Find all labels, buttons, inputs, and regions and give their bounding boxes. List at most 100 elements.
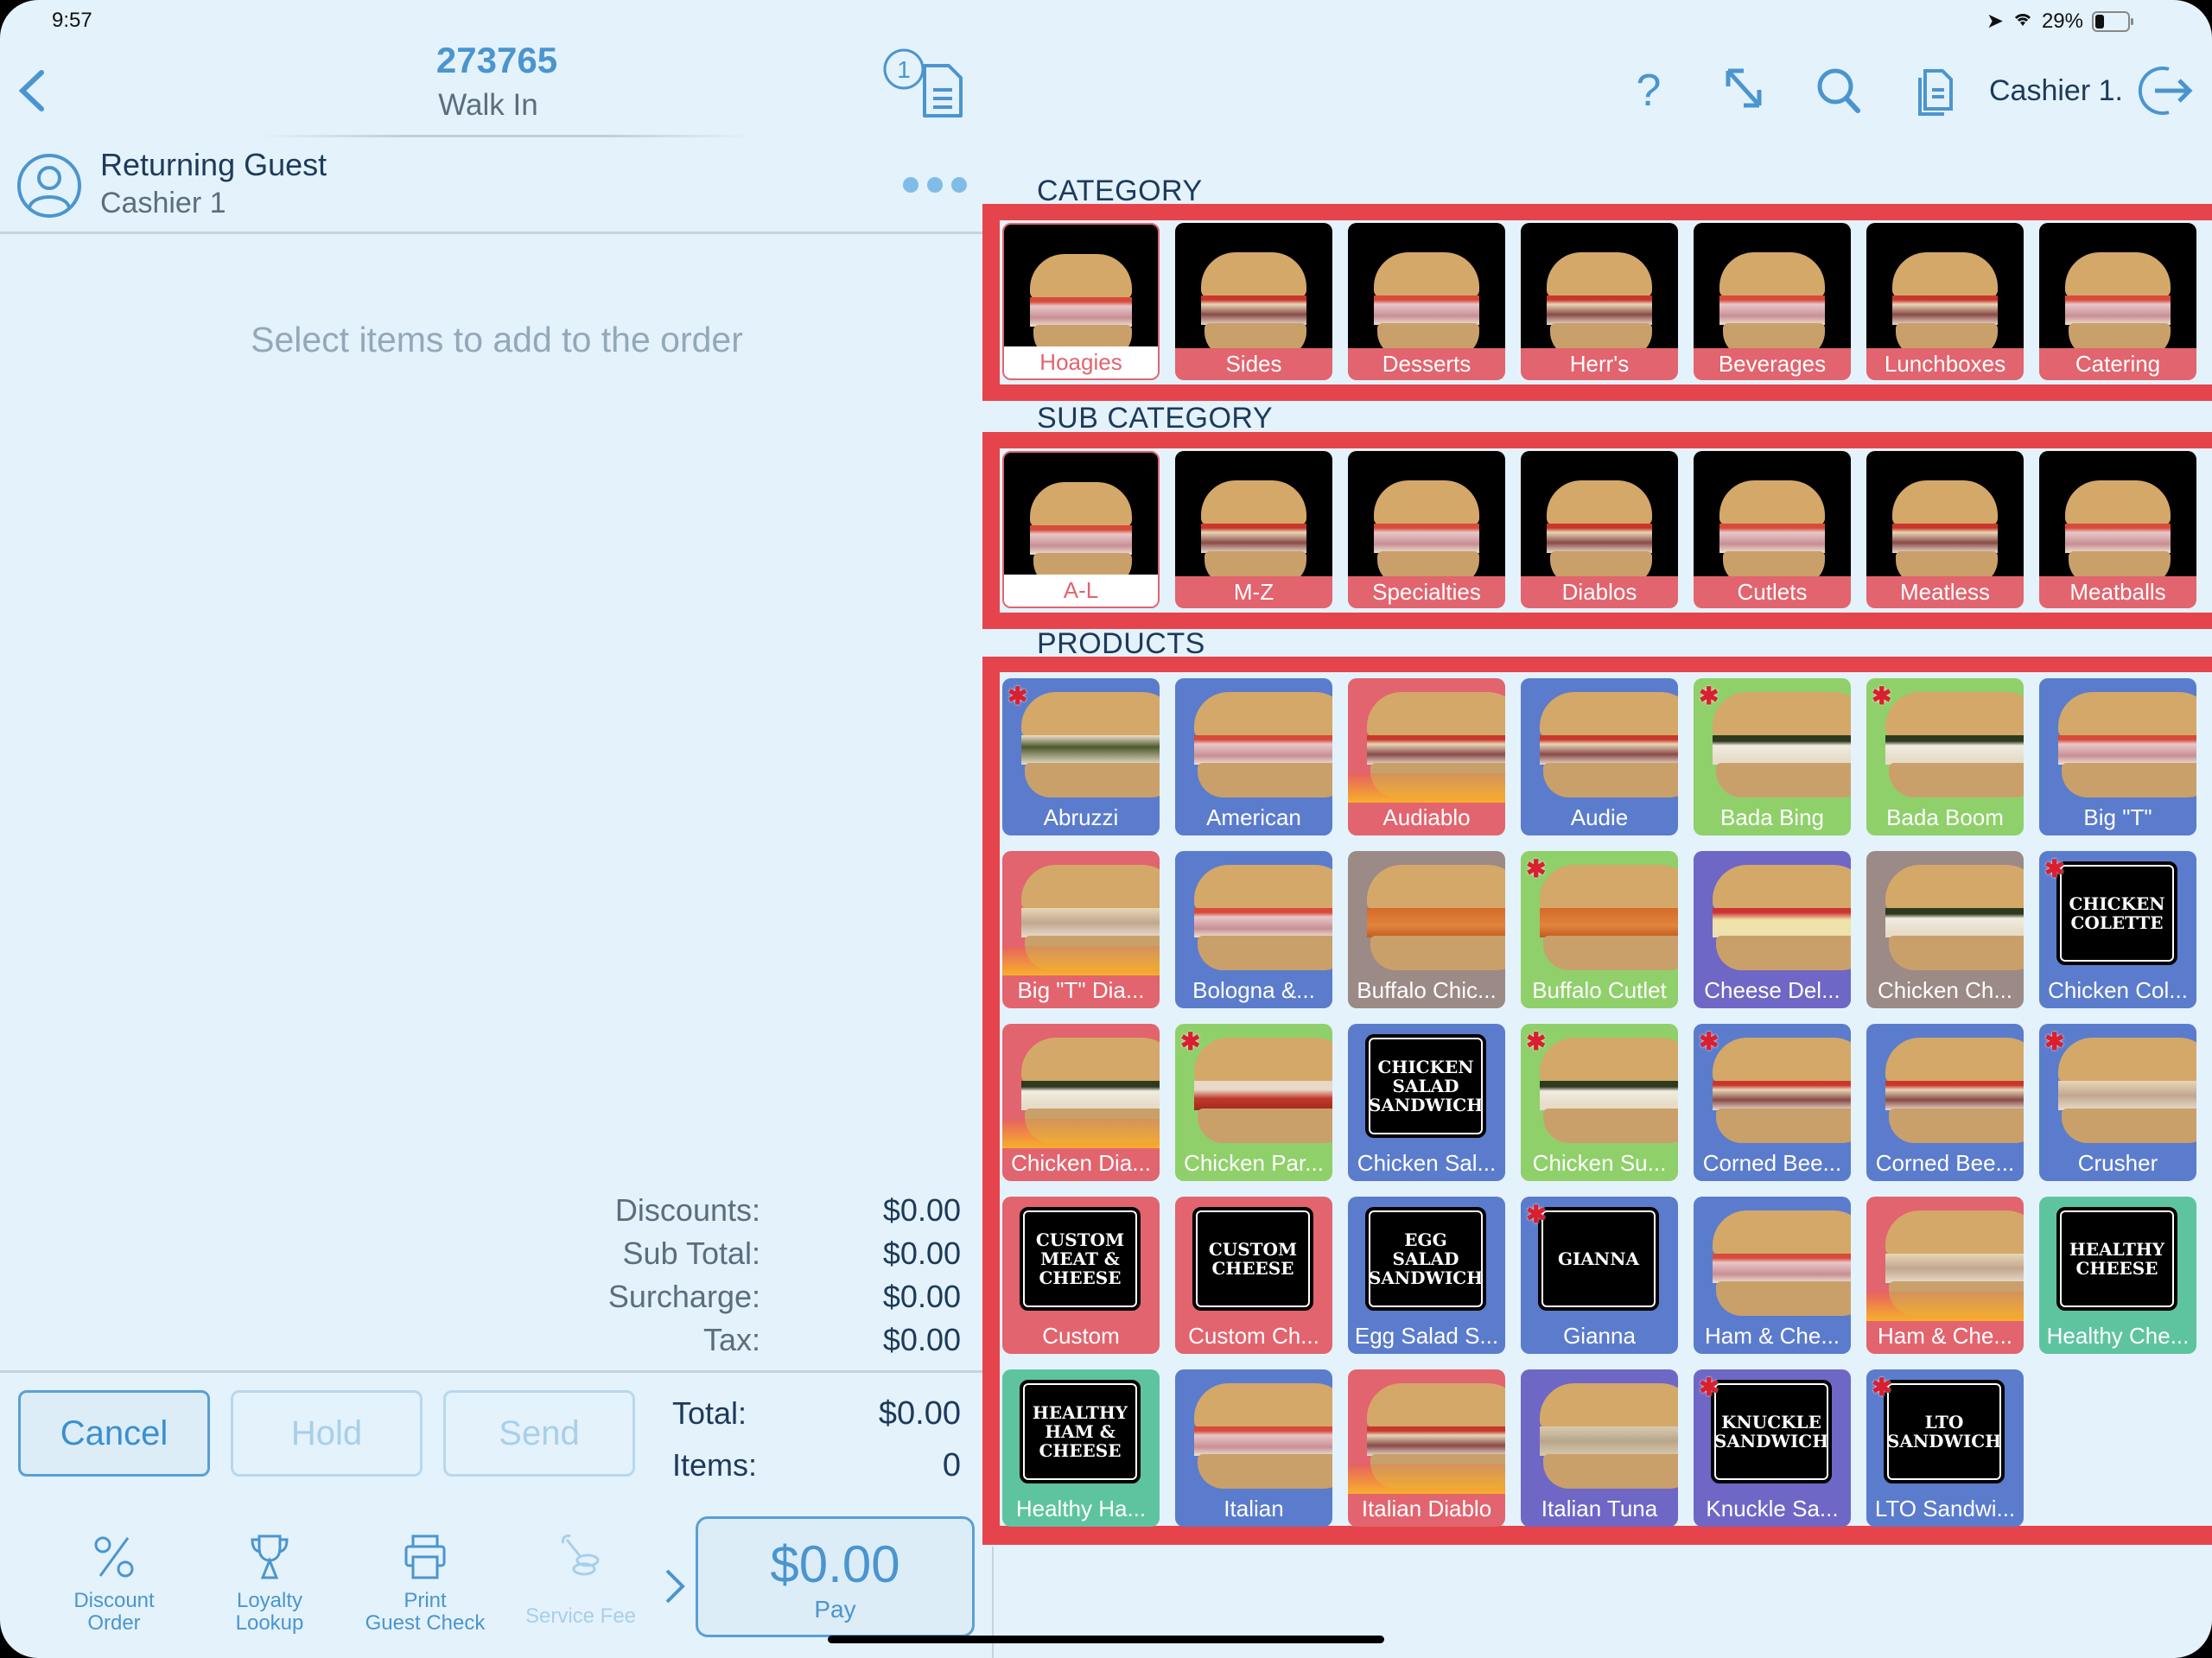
discount-order-label: Discount Order [73,1589,155,1635]
sub-category-tile[interactable]: A-L [1002,451,1160,608]
cashier-menu[interactable]: Cashier 1. [1989,74,2123,108]
product-tile[interactable]: Italian [1175,1369,1332,1527]
product-tile[interactable]: GIANNA ✱ Gianna [1521,1197,1678,1354]
category-tile[interactable]: Lunchboxes [1866,223,2024,380]
pay-button[interactable]: $0.00 Pay [696,1516,975,1637]
category-tile[interactable]: Sides [1175,223,1332,380]
sub-category-image [1348,451,1505,586]
sub-category-tile[interactable]: Meatless [1866,451,2024,608]
print-guest-check-button[interactable]: Print Guest Check [347,1531,503,1635]
category-label: Sides [1175,348,1332,380]
items-label: Items: [672,1447,758,1483]
open-checks-button[interactable]: 1 [880,47,969,119]
loyalty-lookup-button[interactable]: Loyalty Lookup [192,1531,347,1635]
product-tile[interactable]: ✱ Buffalo Cutlet [1521,851,1678,1008]
more-options-icon[interactable] [903,177,967,193]
product-tile[interactable]: Chicken Ch... [1866,851,2024,1008]
product-tile[interactable]: Ham & Che... [1694,1197,1851,1354]
product-tile[interactable]: ✱ Abruzzi [1002,678,1160,835]
sub-category-tile[interactable]: Cutlets [1694,451,1851,608]
product-tile[interactable]: ✱ Crusher [2039,1024,2196,1181]
category-tile[interactable]: Beverages [1694,223,1851,380]
discount-order-button[interactable]: Discount Order [36,1531,192,1635]
documents-icon[interactable] [1910,60,1956,121]
sub-category-image [1866,451,2024,586]
trophy-icon [251,1534,289,1579]
printer-icon [404,1534,446,1579]
required-modifier-icon: ✱ [1180,1028,1201,1055]
product-label: Cheese Del... [1704,977,1840,1003]
product-tile[interactable]: Audiablo [1348,678,1505,835]
product-tile[interactable]: Big "T" Dia... [1002,851,1160,1008]
help-icon[interactable]: ? [1631,60,1666,121]
search-icon[interactable] [1813,60,1865,121]
product-sign: GIANNA [1538,1207,1659,1311]
product-tile[interactable]: ✱ Bada Boom [1866,678,2024,835]
expand-icon[interactable] [1719,60,1768,121]
product-tile[interactable]: Chicken Dia... [1002,1024,1160,1181]
product-tile[interactable]: EGG SALAD SANDWICH Egg Salad S... [1348,1197,1505,1354]
product-tile[interactable]: Italian Diablo [1348,1369,1505,1527]
product-tile[interactable]: ✱ Chicken Par... [1175,1024,1332,1181]
product-tile[interactable]: LTO SANDWICH ✱ LTO Sandwi... [1866,1369,2024,1527]
sub-category-tile[interactable]: Diablos [1521,451,1678,608]
product-tile[interactable]: HEALTHY CHEESE Healthy Che... [2039,1197,2196,1354]
product-tile[interactable]: CUSTOM MEAT & CHEESE Custom [1002,1197,1160,1354]
hold-button[interactable]: Hold [231,1390,423,1477]
total-label: Total: [672,1395,747,1431]
sandwich-image [1713,1210,1851,1318]
category-tile[interactable]: Hoagies [1002,223,1160,380]
category-tile[interactable]: Catering [2039,223,2196,380]
product-tile[interactable]: American [1175,678,1332,835]
product-label: Bada Bing [1720,804,1824,830]
sandwich-image [1374,480,1479,586]
sub-category-tile[interactable]: Meatballs [2039,451,2196,608]
product-image: HEALTHY HAM & CHEESE [1002,1369,1160,1490]
summary-value: $0.00 [882,1279,961,1314]
product-tile[interactable]: Italian Tuna [1521,1369,1678,1527]
product-label: Healthy Ha... [1015,1496,1147,1521]
product-tile[interactable]: CUSTOM CHEESE Custom Ch... [1175,1197,1332,1354]
order-type[interactable]: Walk In [0,88,976,123]
category-tile[interactable]: Desserts [1348,223,1505,380]
product-tile[interactable]: KNUCKLE SANDWICH ✱ Knuckle Sa... [1694,1369,1851,1527]
order-number: 273765 [435,40,558,80]
product-tile[interactable]: Audie [1521,678,1678,835]
more-actions-chevron-icon[interactable] [664,1567,688,1605]
send-button[interactable]: Send [443,1390,635,1477]
cancel-button[interactable]: Cancel [18,1390,210,1477]
product-tile[interactable]: ✱ Chicken Su... [1521,1024,1678,1181]
sub-category-tile[interactable]: M-Z [1175,451,1332,608]
product-tile[interactable]: CHICKEN SALAD SANDWICH Chicken Sal... [1348,1024,1505,1181]
product-tile[interactable]: CHICKEN COLETTE ✱ Chicken Col... [2039,851,2196,1008]
product-label: Italian Tuna [1541,1496,1658,1521]
logout-icon[interactable] [2134,60,2195,121]
required-modifier-icon: ✱ [1699,1028,1719,1055]
guest-name[interactable]: Returning Guest [100,147,327,183]
product-label: Custom [1042,1323,1120,1349]
product-image: EGG SALAD SANDWICH [1348,1197,1505,1318]
guest-avatar-icon[interactable] [16,152,83,219]
product-label: Crusher [2077,1150,2158,1176]
product-tile[interactable]: Buffalo Chic... [1348,851,1505,1008]
products-row: ✱ Abruzzi American Audiablo Audie ✱ Bada Bing ✱… [1002,678,2212,837]
sub-category-tile[interactable]: Specialties [1348,451,1505,608]
required-modifier-icon: ✱ [1699,683,1719,709]
product-tile[interactable]: Corned Bee... [1866,1024,2024,1181]
product-tile[interactable]: ✱ Corned Bee... [1694,1024,1851,1181]
product-tile[interactable]: Cheese Del... [1694,851,1851,1008]
flames-decoration [1002,1119,1160,1148]
sandwich-image [1367,865,1505,972]
summary-row: Surcharge: $0.00 [484,1275,961,1318]
products-row: HEALTHY HAM & CHEESE Healthy Ha... Italian… [1002,1369,2212,1528]
product-tile[interactable]: Ham & Che... [1866,1197,2024,1354]
service-fee-button[interactable]: Service Fee [503,1531,658,1628]
sandwich-image [1547,480,1652,586]
category-tile[interactable]: Herr's [1521,223,1678,380]
product-tile[interactable]: Big "T" [2039,678,2196,835]
product-tile[interactable]: ✱ Bada Bing [1694,678,1851,835]
product-tile[interactable]: Bologna &... [1175,851,1332,1008]
product-tile[interactable]: HEALTHY HAM & CHEESE Healthy Ha... [1002,1369,1160,1527]
product-image [1175,851,1332,972]
category-image [1175,223,1332,358]
